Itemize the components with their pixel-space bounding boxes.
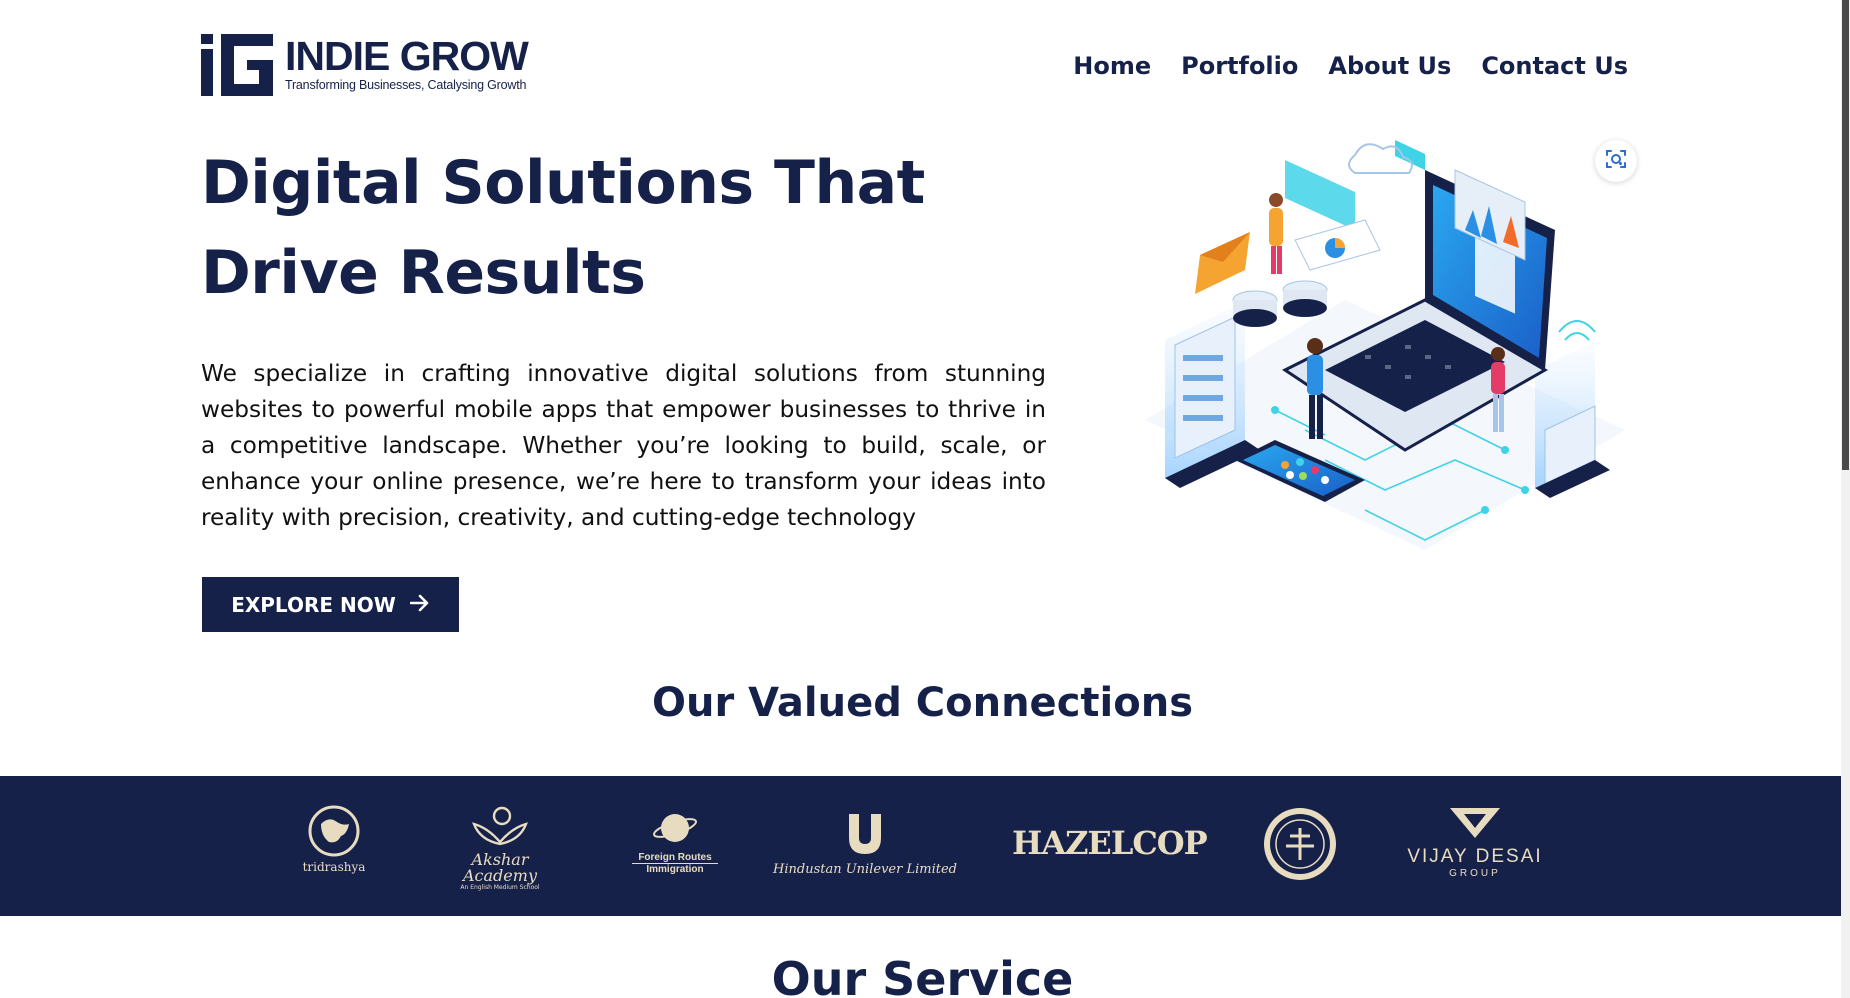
- client-logo-band: tridrashya Akshar Academy An English Med…: [0, 776, 1845, 916]
- brand-logo[interactable]: INDIE GROW Transforming Businesses, Cata…: [201, 33, 529, 96]
- client-name-vijay-desai: VIJAY DESAI: [1407, 846, 1543, 867]
- site-header: INDIE GROW Transforming Businesses, Cata…: [0, 0, 1850, 140]
- client-logo-sporting-club: [1262, 806, 1338, 886]
- client-logo-vijay-desai: VIJAY DESAI GROUP: [1400, 806, 1550, 879]
- club-seal-logo-icon: [1264, 808, 1336, 880]
- client-name-tridrashya: tridrashya: [302, 860, 366, 874]
- nav-home[interactable]: Home: [1073, 52, 1151, 80]
- client-logo-akshar-academy: Akshar Academy An English Medium School: [438, 804, 562, 892]
- client-sub-foreign-routes: Immigration: [632, 863, 718, 875]
- visual-search-icon: [1605, 148, 1627, 174]
- hero-title: Digital Solutions That Drive Results: [201, 138, 1001, 318]
- scrollbar-thumb[interactable]: [1842, 0, 1849, 470]
- client-name-hazelcop: HAZELCOP: [1012, 824, 1208, 862]
- hero-title-line-2: Drive Results: [201, 238, 646, 308]
- globe-logo-icon: [308, 805, 360, 857]
- client-sub-vijay-desai: GROUP: [1449, 868, 1501, 879]
- lotus-logo-icon: [472, 806, 528, 846]
- client-logo-hazelcop: HAZELCOP: [1012, 824, 1208, 862]
- logo-tagline: Transforming Businesses, Catalysing Grow…: [285, 78, 527, 92]
- client-name-akshar-academy: Akshar Academy: [463, 850, 537, 885]
- visual-search-button[interactable]: [1595, 140, 1637, 182]
- logo-name: INDIE GROW: [285, 33, 529, 79]
- arrow-right-icon: [409, 594, 430, 615]
- nav-about-us[interactable]: About Us: [1328, 52, 1451, 80]
- client-name-foreign-routes: Foreign Routes: [638, 852, 712, 863]
- hero-illustration: [1125, 130, 1645, 570]
- explore-now-button[interactable]: EXPLORE NOW: [202, 577, 459, 632]
- client-logo-tridrashya: tridrashya: [302, 804, 366, 874]
- client-logo-hindustan-unilever: Hindustan Unilever Limited: [770, 812, 960, 877]
- client-name-hindustan-unilever: Hindustan Unilever Limited: [773, 862, 957, 877]
- planet-logo-icon: [652, 814, 698, 842]
- hero-description: We specialize in crafting innovative dig…: [201, 360, 1046, 531]
- connections-title: Our Valued Connections: [652, 680, 1193, 726]
- client-logo-foreign-routes: Foreign Routes Immigration: [632, 808, 718, 875]
- service-title: Our Service: [771, 952, 1074, 998]
- main-nav: Home Portfolio About Us Contact Us: [1073, 52, 1628, 80]
- nav-portfolio[interactable]: Portfolio: [1181, 52, 1298, 80]
- unilever-logo-icon: [849, 814, 881, 854]
- page-scrollbar[interactable]: [1841, 0, 1850, 998]
- explore-now-label: EXPLORE NOW: [231, 592, 396, 617]
- hero-title-line-1: Digital Solutions That: [201, 148, 925, 218]
- nav-contact-us[interactable]: Contact Us: [1481, 52, 1628, 80]
- vd-logo-icon: [1450, 808, 1500, 838]
- ig-logo-icon: [201, 34, 275, 96]
- client-sub-akshar-academy: An English Medium School: [460, 884, 540, 891]
